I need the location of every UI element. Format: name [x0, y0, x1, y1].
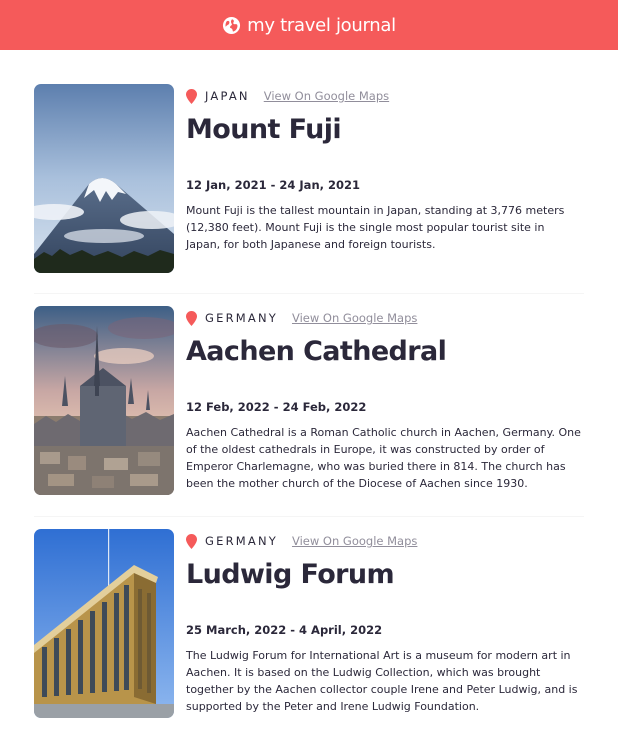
journal-entry: GERMANY View On Google Maps Aachen Cathe…: [34, 306, 594, 496]
google-maps-link[interactable]: View On Google Maps: [292, 534, 417, 548]
place-description: The Ludwig Forum for International Art i…: [186, 649, 578, 713]
journal-entry: JAPAN View On Google Maps Mount Fuji 12 …: [34, 84, 594, 274]
place-description: Aachen Cathedral is a Roman Catholic chu…: [186, 426, 581, 490]
location-pin-icon: [186, 310, 197, 326]
app-header: my travel journal: [0, 0, 618, 50]
location-pin-icon: [186, 88, 197, 104]
trip-dates: 12 Feb, 2022 - 24 Feb, 2022: [186, 400, 367, 414]
place-title: Aachen Cathedral: [186, 336, 447, 367]
ludwig-forum-photo: [34, 529, 174, 718]
google-maps-link[interactable]: View On Google Maps: [292, 311, 417, 325]
location-row: JAPAN View On Google Maps: [186, 88, 389, 104]
place-description: Mount Fuji is the tallest mountain in Ja…: [186, 204, 565, 251]
place-title: Ludwig Forum: [186, 559, 395, 590]
location-row: GERMANY View On Google Maps: [186, 533, 417, 549]
country-label: GERMANY: [205, 534, 278, 548]
location-row: GERMANY View On Google Maps: [186, 310, 417, 326]
aachen-cathedral-photo: [34, 306, 174, 495]
trip-dates: 25 March, 2022 - 4 April, 2022: [186, 623, 383, 637]
entry-divider: [34, 293, 584, 294]
journal-entry: GERMANY View On Google Maps Ludwig Forum…: [34, 529, 594, 719]
trip-dates: 12 Jan, 2021 - 24 Jan, 2021: [186, 178, 361, 192]
app-title: my travel journal: [247, 14, 396, 36]
country-label: JAPAN: [205, 89, 250, 103]
mount-fuji-photo: [34, 84, 174, 273]
header-content: my travel journal: [222, 15, 396, 36]
location-pin-icon: [186, 533, 197, 549]
globe-icon: [222, 16, 241, 35]
entry-divider: [34, 516, 584, 517]
place-title: Mount Fuji: [186, 114, 342, 145]
google-maps-link[interactable]: View On Google Maps: [264, 89, 389, 103]
country-label: GERMANY: [205, 311, 278, 325]
